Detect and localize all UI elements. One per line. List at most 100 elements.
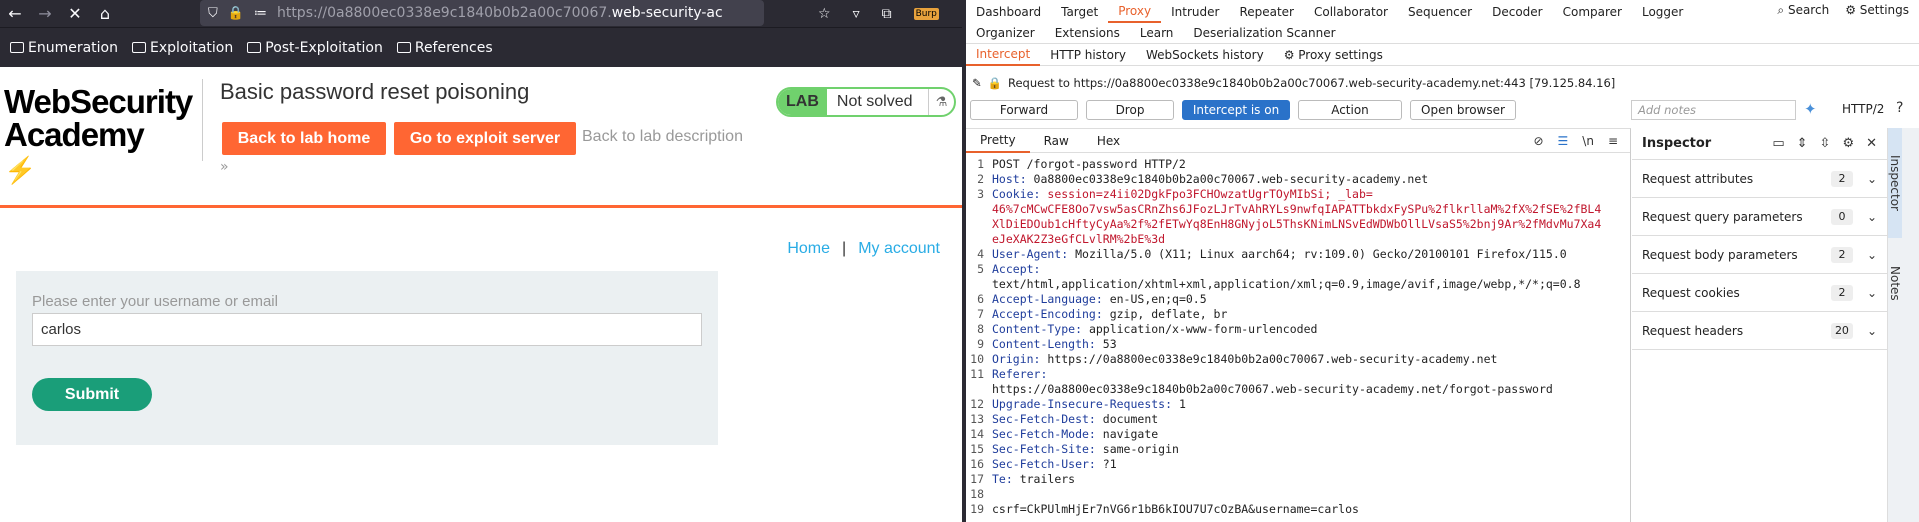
my-account-link[interactable]: My account [858,240,940,258]
wrap-icon[interactable]: ☰ [1558,134,1569,148]
back-to-description-link[interactable]: Back to lab description [582,128,743,146]
proxy-settings-button[interactable]: ⚙ Proxy settings [1274,48,1393,62]
collapse-icon[interactable]: ⇳ [1820,136,1831,151]
request-info: ✎ 🔒 Request to https://0a8800ec0338e9c18… [972,76,1615,90]
pencil-icon[interactable]: ✎ [972,76,982,90]
inspector-row[interactable]: Request query parameters 0 ⌄ [1632,198,1887,236]
account-nav: Home | My account [787,240,940,258]
settings-button[interactable]: ⚙ Settings [1845,3,1909,18]
highlight-icon[interactable]: ✦ [1804,100,1817,118]
tab-sequencer[interactable]: Sequencer [1398,0,1482,23]
inspector-row[interactable]: Request headers 20 ⌄ [1632,312,1887,350]
chevron-down-icon: ⌄ [1866,323,1877,338]
tab-collaborator[interactable]: Collaborator [1304,0,1398,23]
header-value: https://0a8800ec0338e9c1840b0b2a00c70067… [1040,352,1498,366]
tab-pretty[interactable]: Pretty [966,129,1030,153]
forward-icon[interactable]: → [30,4,60,23]
header-key: Referer: [992,367,1048,381]
bookmark-enumeration[interactable]: Enumeration [10,40,118,56]
drop-button[interactable]: Drop [1086,100,1174,120]
header-value: XlDiEDOub1cHftyCyAa%2f%2fETwYq8EnH8GNyjo… [992,217,1602,231]
gear-icon[interactable]: ⚙ [1842,136,1854,151]
tab-logger[interactable]: Logger [1632,0,1693,23]
permissions-icon[interactable]: ≔ [254,6,267,21]
tab-organizer[interactable]: Organizer [966,22,1045,45]
expand-icon[interactable]: ⇕ [1797,136,1808,151]
side-tab-notes[interactable]: Notes [1888,238,1902,328]
intercept-toggle[interactable]: Intercept is on [1182,100,1290,120]
layout-icon[interactable]: ▭ [1772,136,1784,151]
header-divider [202,79,203,161]
shield-icon[interactable]: ⛉ [208,6,218,21]
tab-raw[interactable]: Raw [1030,134,1083,148]
code-line: eJeXAK2Z3eGfCLvlRM%2bE%3d [966,232,1630,247]
tab-http-history[interactable]: HTTP history [1040,48,1136,62]
menu-icon[interactable]: ≡ [1608,134,1618,148]
tab-hex[interactable]: Hex [1083,134,1134,148]
search-label: Search [1787,3,1830,17]
exploit-server-button[interactable]: Go to exploit server [394,122,576,155]
home-icon[interactable]: ⌂ [90,4,120,23]
lock-icon[interactable]: 🔒 [228,6,244,21]
tab-target[interactable]: Target [1051,0,1108,23]
bookmark-exploitation[interactable]: Exploitation [132,40,233,56]
pocket-icon[interactable]: ▿ [853,6,860,22]
tab-websockets-history[interactable]: WebSockets history [1136,48,1274,62]
code-line: 16 Sec-Fetch-User: ?1 [966,457,1630,472]
close-icon[interactable]: ✕ [1866,136,1877,151]
inspector-row[interactable]: Request body parameters 2 ⌄ [1632,236,1887,274]
tab-extensions[interactable]: Extensions [1045,22,1130,45]
help-icon[interactable]: ? [1896,100,1903,116]
notes-input[interactable]: Add notes [1631,100,1796,120]
header-value: 46%7cMCwCFE8Oo7vsw5asCRnZhs6JFozLJrTvAhR… [992,202,1602,216]
academy-logo[interactable]: WebSecurity Academy ⚡ [4,85,193,187]
submit-button[interactable]: Submit [32,378,152,411]
back-icon[interactable]: ← [0,4,30,23]
proxy-subtabs: Intercept HTTP history WebSockets histor… [966,45,1919,66]
inspector-row[interactable]: Request attributes 2 ⌄ [1632,160,1887,198]
inspector-title: Inspector [1642,136,1712,151]
request-editor[interactable]: Pretty Raw Hex ⊘ ☰ \n ≡ 1 POST /forgot-pa… [966,128,1631,522]
action-button[interactable]: Action [1298,100,1402,120]
code-line: 4 User-Agent: Mozilla/5.0 (X11; Linux aar… [966,247,1630,262]
tab-proxy[interactable]: Proxy [1108,0,1162,23]
burp-tools: ⌕ Search ⚙ Settings [1777,3,1909,18]
line-number [966,382,992,397]
back-to-lab-home-button[interactable]: Back to lab home [222,122,386,155]
request-body: 1 POST /forgot-password HTTP/2 2 Host: 0a88… [966,153,1630,517]
inspector-row-count: 2 [1830,246,1853,263]
tab-decoder[interactable]: Decoder [1482,0,1553,23]
header-key: Content-Length: [992,337,1096,351]
star-icon[interactable]: ☆ [818,6,831,22]
tab-deserialization-scanner[interactable]: Deserialization Scanner [1183,22,1345,45]
stop-icon[interactable]: ✕ [60,4,90,23]
url-bar[interactable]: ⛉ 🔒 ≔ https://0a8800ec0338e9c1840b0b2a00… [200,0,764,26]
inspector-row[interactable]: Request cookies 2 ⌄ [1632,274,1887,312]
bookmark-references[interactable]: References [396,40,493,56]
tab-intercept[interactable]: Intercept [966,45,1041,66]
search-button[interactable]: ⌕ Search [1777,3,1829,18]
username-input[interactable]: carlos [32,313,702,346]
line-number: 2 [977,172,984,186]
http-version[interactable]: HTTP/2 [1842,102,1884,116]
tab-comparer[interactable]: Comparer [1553,0,1632,23]
line-number: 11 [970,367,984,381]
inspector-row-count: 2 [1830,170,1853,187]
forward-button[interactable]: Forward [970,100,1078,120]
newline-icon[interactable]: \n [1582,134,1594,148]
burp-extension-icon[interactable]: Burp [913,7,939,20]
inspector-row-label: Request headers [1642,323,1744,338]
bookmark-post-exploitation[interactable]: Post-Exploitation [247,40,383,56]
home-link[interactable]: Home [787,240,830,258]
header-value: eJeXAK2Z3eGfCLvlRM%2bE%3d [992,232,1166,246]
extensions-icon[interactable]: ⧉ [882,6,892,22]
side-tab-inspector[interactable]: Inspector [1888,128,1902,238]
tab-dashboard[interactable]: Dashboard [966,0,1051,23]
tab-intruder[interactable]: Intruder [1161,0,1229,23]
tab-learn[interactable]: Learn [1130,22,1184,45]
lab-title: Basic password reset poisoning [220,79,530,104]
code-line: text/html,application/xhtml+xml,applicat… [966,277,1630,292]
tab-repeater[interactable]: Repeater [1229,0,1304,23]
hide-icon[interactable]: ⊘ [1533,134,1543,148]
open-browser-button[interactable]: Open browser [1410,100,1516,120]
